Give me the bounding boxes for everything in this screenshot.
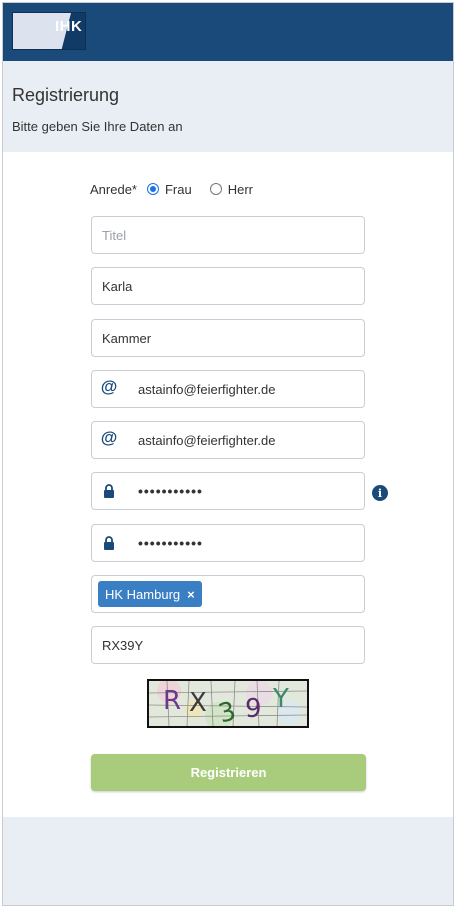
captcha-char: Y [272, 684, 289, 714]
title-input[interactable]: Titel [91, 216, 365, 254]
title-placeholder: Titel [102, 227, 127, 243]
captcha-input[interactable]: RX39Y [91, 626, 365, 664]
chamber-tag-label: HK Hamburg [105, 586, 181, 602]
first-name-input[interactable]: Karla [91, 267, 365, 305]
page-subtitle: Bitte geben Sie Ihre Daten an [12, 119, 183, 134]
email-value: astainfo@feierfighter.de [138, 381, 276, 397]
captcha-char: 9 [245, 694, 262, 724]
header: IHK [3, 3, 453, 61]
last-name-input[interactable]: Kammer [91, 319, 365, 357]
radio-herr-label[interactable]: Herr [228, 182, 253, 197]
password-confirm-value: ••••••••••• [138, 535, 203, 551]
last-name-value: Kammer [102, 330, 152, 346]
register-button[interactable]: Registrieren [91, 754, 366, 791]
page-title: Registrierung [12, 85, 120, 105]
anrede-group: Anrede* Frau Herr [90, 179, 271, 199]
password-value: ••••••••••• [138, 483, 203, 499]
password-confirm-input[interactable]: ••••••••••• [91, 524, 365, 562]
email-confirm-value: astainfo@feierfighter.de [138, 432, 276, 448]
remove-tag-icon[interactable]: × [187, 587, 195, 602]
radio-herr[interactable] [209, 183, 222, 195]
lock-icon [92, 525, 126, 561]
chamber-select[interactable]: HK Hamburg × [91, 575, 365, 613]
ihk-logo[interactable]: IHK [12, 12, 86, 50]
at-icon: @ [100, 377, 118, 396]
anrede-label: Anrede* [90, 181, 137, 197]
lock-icon [92, 473, 126, 509]
email-confirm-input[interactable]: @ astainfo@feierfighter.de [91, 421, 365, 459]
first-name-value: Karla [102, 278, 133, 294]
captcha-image: R X 3 9 Y [147, 679, 309, 728]
radio-frau[interactable] [146, 183, 159, 195]
captcha-char: X [189, 688, 207, 718]
captcha-graphic: R X 3 9 Y [149, 681, 307, 726]
password-input[interactable]: ••••••••••• [91, 472, 365, 510]
info-icon[interactable]: i [372, 485, 388, 501]
logo-text: IHK [55, 18, 83, 35]
at-icon: @ [100, 428, 118, 447]
page-frame: IHK Registrierung Bitte geben Sie Ihre D… [2, 2, 454, 906]
captcha-input-value: RX39Y [102, 637, 144, 653]
email-input[interactable]: @ astainfo@feierfighter.de [91, 370, 365, 408]
captcha-char: R [163, 686, 181, 716]
footer-band [3, 817, 453, 905]
radio-frau-label[interactable]: Frau [165, 182, 192, 197]
chamber-tag: HK Hamburg × [98, 581, 202, 607]
title-band: Registrierung Bitte geben Sie Ihre Daten… [3, 61, 453, 152]
